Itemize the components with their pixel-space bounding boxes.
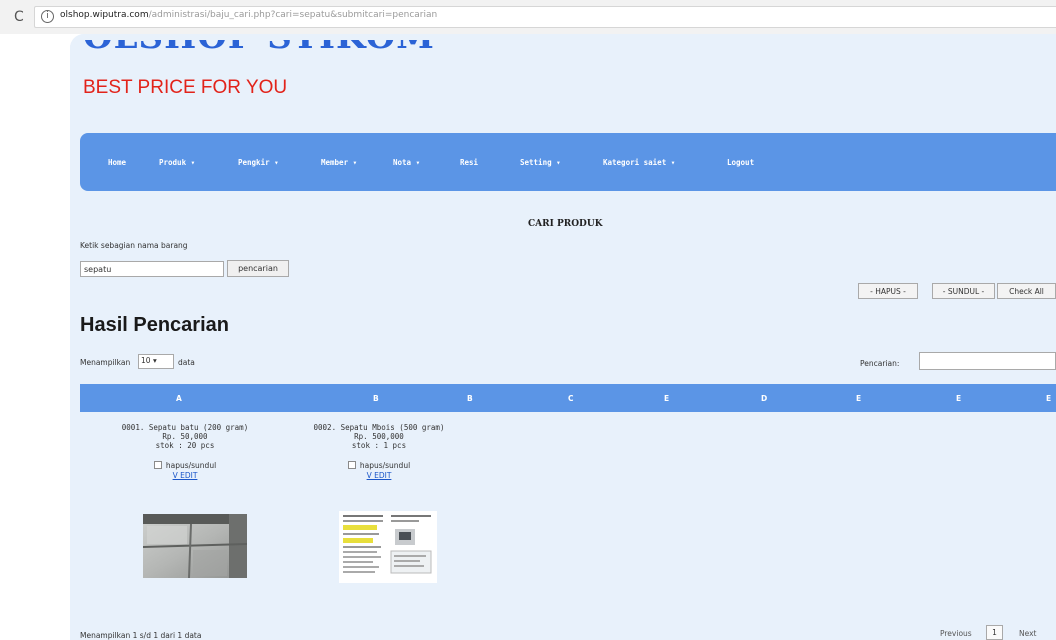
column-header[interactable]: E <box>1046 394 1051 403</box>
search-input[interactable] <box>80 261 224 277</box>
edit-link[interactable]: V EDIT <box>95 471 275 480</box>
column-header[interactable]: B <box>467 394 473 403</box>
product-name: 0001. Sepatu batu (200 gram) <box>121 423 249 432</box>
product-price: Rp. 500,000 <box>354 432 404 441</box>
product-photo <box>339 511 437 583</box>
product-checkbox[interactable] <box>347 461 356 469</box>
product-checkbox[interactable] <box>153 461 162 469</box>
nav-item-produk[interactable]: Produk ▾ <box>159 158 195 167</box>
url-host: olshop.wiputra.com <box>60 10 149 20</box>
column-header[interactable]: D <box>761 394 767 403</box>
nav-item-member[interactable]: Member ▾ <box>321 158 357 167</box>
sundul-button[interactable]: - SUNDUL - <box>932 283 995 299</box>
product-photo <box>142 514 248 579</box>
column-header[interactable]: C <box>568 394 574 403</box>
site-tagline: BEST PRICE FOR YOU <box>83 77 288 98</box>
main-content: CARI PRODUK Ketik sebagian nama barang p… <box>80 191 1056 640</box>
main-nav: Home Produk ▾ Pengkir ▾ Member ▾ Nota ▾ … <box>80 133 1056 191</box>
filter-input[interactable] <box>919 352 1056 370</box>
column-header[interactable]: A <box>176 394 182 403</box>
info-icon[interactable]: i <box>41 10 54 23</box>
product-card: 0001. Sepatu batu (200 gram) Rp. 50,000 … <box>95 423 275 480</box>
nav-item-kategori[interactable]: Kategori saiet ▾ <box>603 158 675 167</box>
show-entries-label: Menampilkan <box>80 358 131 367</box>
product-price: Rp. 50,000 <box>162 432 208 441</box>
column-header[interactable]: B <box>373 394 379 403</box>
search-button[interactable]: pencarian <box>227 260 289 277</box>
url-path: /administrasi/baju_cari.php?cari=sepatu&… <box>148 10 438 20</box>
show-entries-select[interactable]: 10 ▾ <box>138 354 174 369</box>
column-header[interactable]: E <box>664 394 669 403</box>
url-text[interactable]: olshop.wiputra.com/administrasi/baju_car… <box>60 10 437 20</box>
nav-item-home[interactable]: Home <box>108 158 126 167</box>
browser-bar: C i olshop.wiputra.com/administrasi/baju… <box>0 0 1056 34</box>
nav-item-logout[interactable]: Logout <box>727 158 754 167</box>
nav-item-resi[interactable]: Resi <box>460 158 478 167</box>
reload-icon[interactable]: C <box>14 9 24 25</box>
check-all-button[interactable]: Check All <box>997 283 1056 299</box>
product-checkbox-row: hapus/sundul <box>289 461 469 470</box>
product-checkbox-row: hapus/sundul <box>95 461 275 470</box>
product-checkbox-label: hapus/sundul <box>165 461 217 470</box>
search-hint: Ketik sebagian nama barang <box>80 241 188 250</box>
previous-button[interactable]: Previous <box>940 629 972 638</box>
page: OLSHOP STIKOM BEST PRICE FOR YOU Home Pr… <box>70 34 1056 640</box>
filter-label: Pencarian: <box>860 359 900 368</box>
table-info: Menampilkan 1 s/d 1 dari 1 data <box>80 631 202 640</box>
chevron-down-icon: ▾ <box>152 356 157 365</box>
product-stock: stok : 1 pcs <box>351 441 407 450</box>
show-entries-value: 10 <box>141 356 151 365</box>
product-stock: stok : 20 pcs <box>155 441 215 450</box>
show-entries-suffix: data <box>178 358 195 367</box>
site-logo-text: OLSHOP STIKOM <box>83 40 435 54</box>
results-heading: Hasil Pencarian <box>80 314 229 336</box>
site-header: OLSHOP STIKOM BEST PRICE FOR YOU <box>70 34 1056 122</box>
column-header[interactable]: E <box>956 394 961 403</box>
page-number-button[interactable]: 1 <box>986 625 1003 640</box>
product-checkbox-label: hapus/sundul <box>359 461 411 470</box>
nav-item-pengkir[interactable]: Pengkir ▾ <box>238 158 279 167</box>
product-image[interactable] <box>142 514 248 579</box>
product-name: 0002. Sepatu Mbois (500 gram) <box>313 423 445 432</box>
product-card: 0002. Sepatu Mbois (500 gram) Rp. 500,00… <box>289 423 469 480</box>
column-header[interactable]: E <box>856 394 861 403</box>
hapus-button[interactable]: - HAPUS - <box>858 283 918 299</box>
next-button[interactable]: Next <box>1019 629 1036 638</box>
nav-item-setting[interactable]: Setting ▾ <box>520 158 561 167</box>
table-header: A B B C E D E E E <box>80 384 1056 412</box>
product-image[interactable] <box>339 511 437 583</box>
search-title: CARI PRODUK <box>528 219 603 229</box>
site-logo[interactable]: OLSHOP STIKOM <box>83 40 435 54</box>
nav-item-nota[interactable]: Nota ▾ <box>393 158 420 167</box>
address-bar[interactable]: i olshop.wiputra.com/administrasi/baju_c… <box>34 6 1056 28</box>
edit-link[interactable]: V EDIT <box>289 471 469 480</box>
